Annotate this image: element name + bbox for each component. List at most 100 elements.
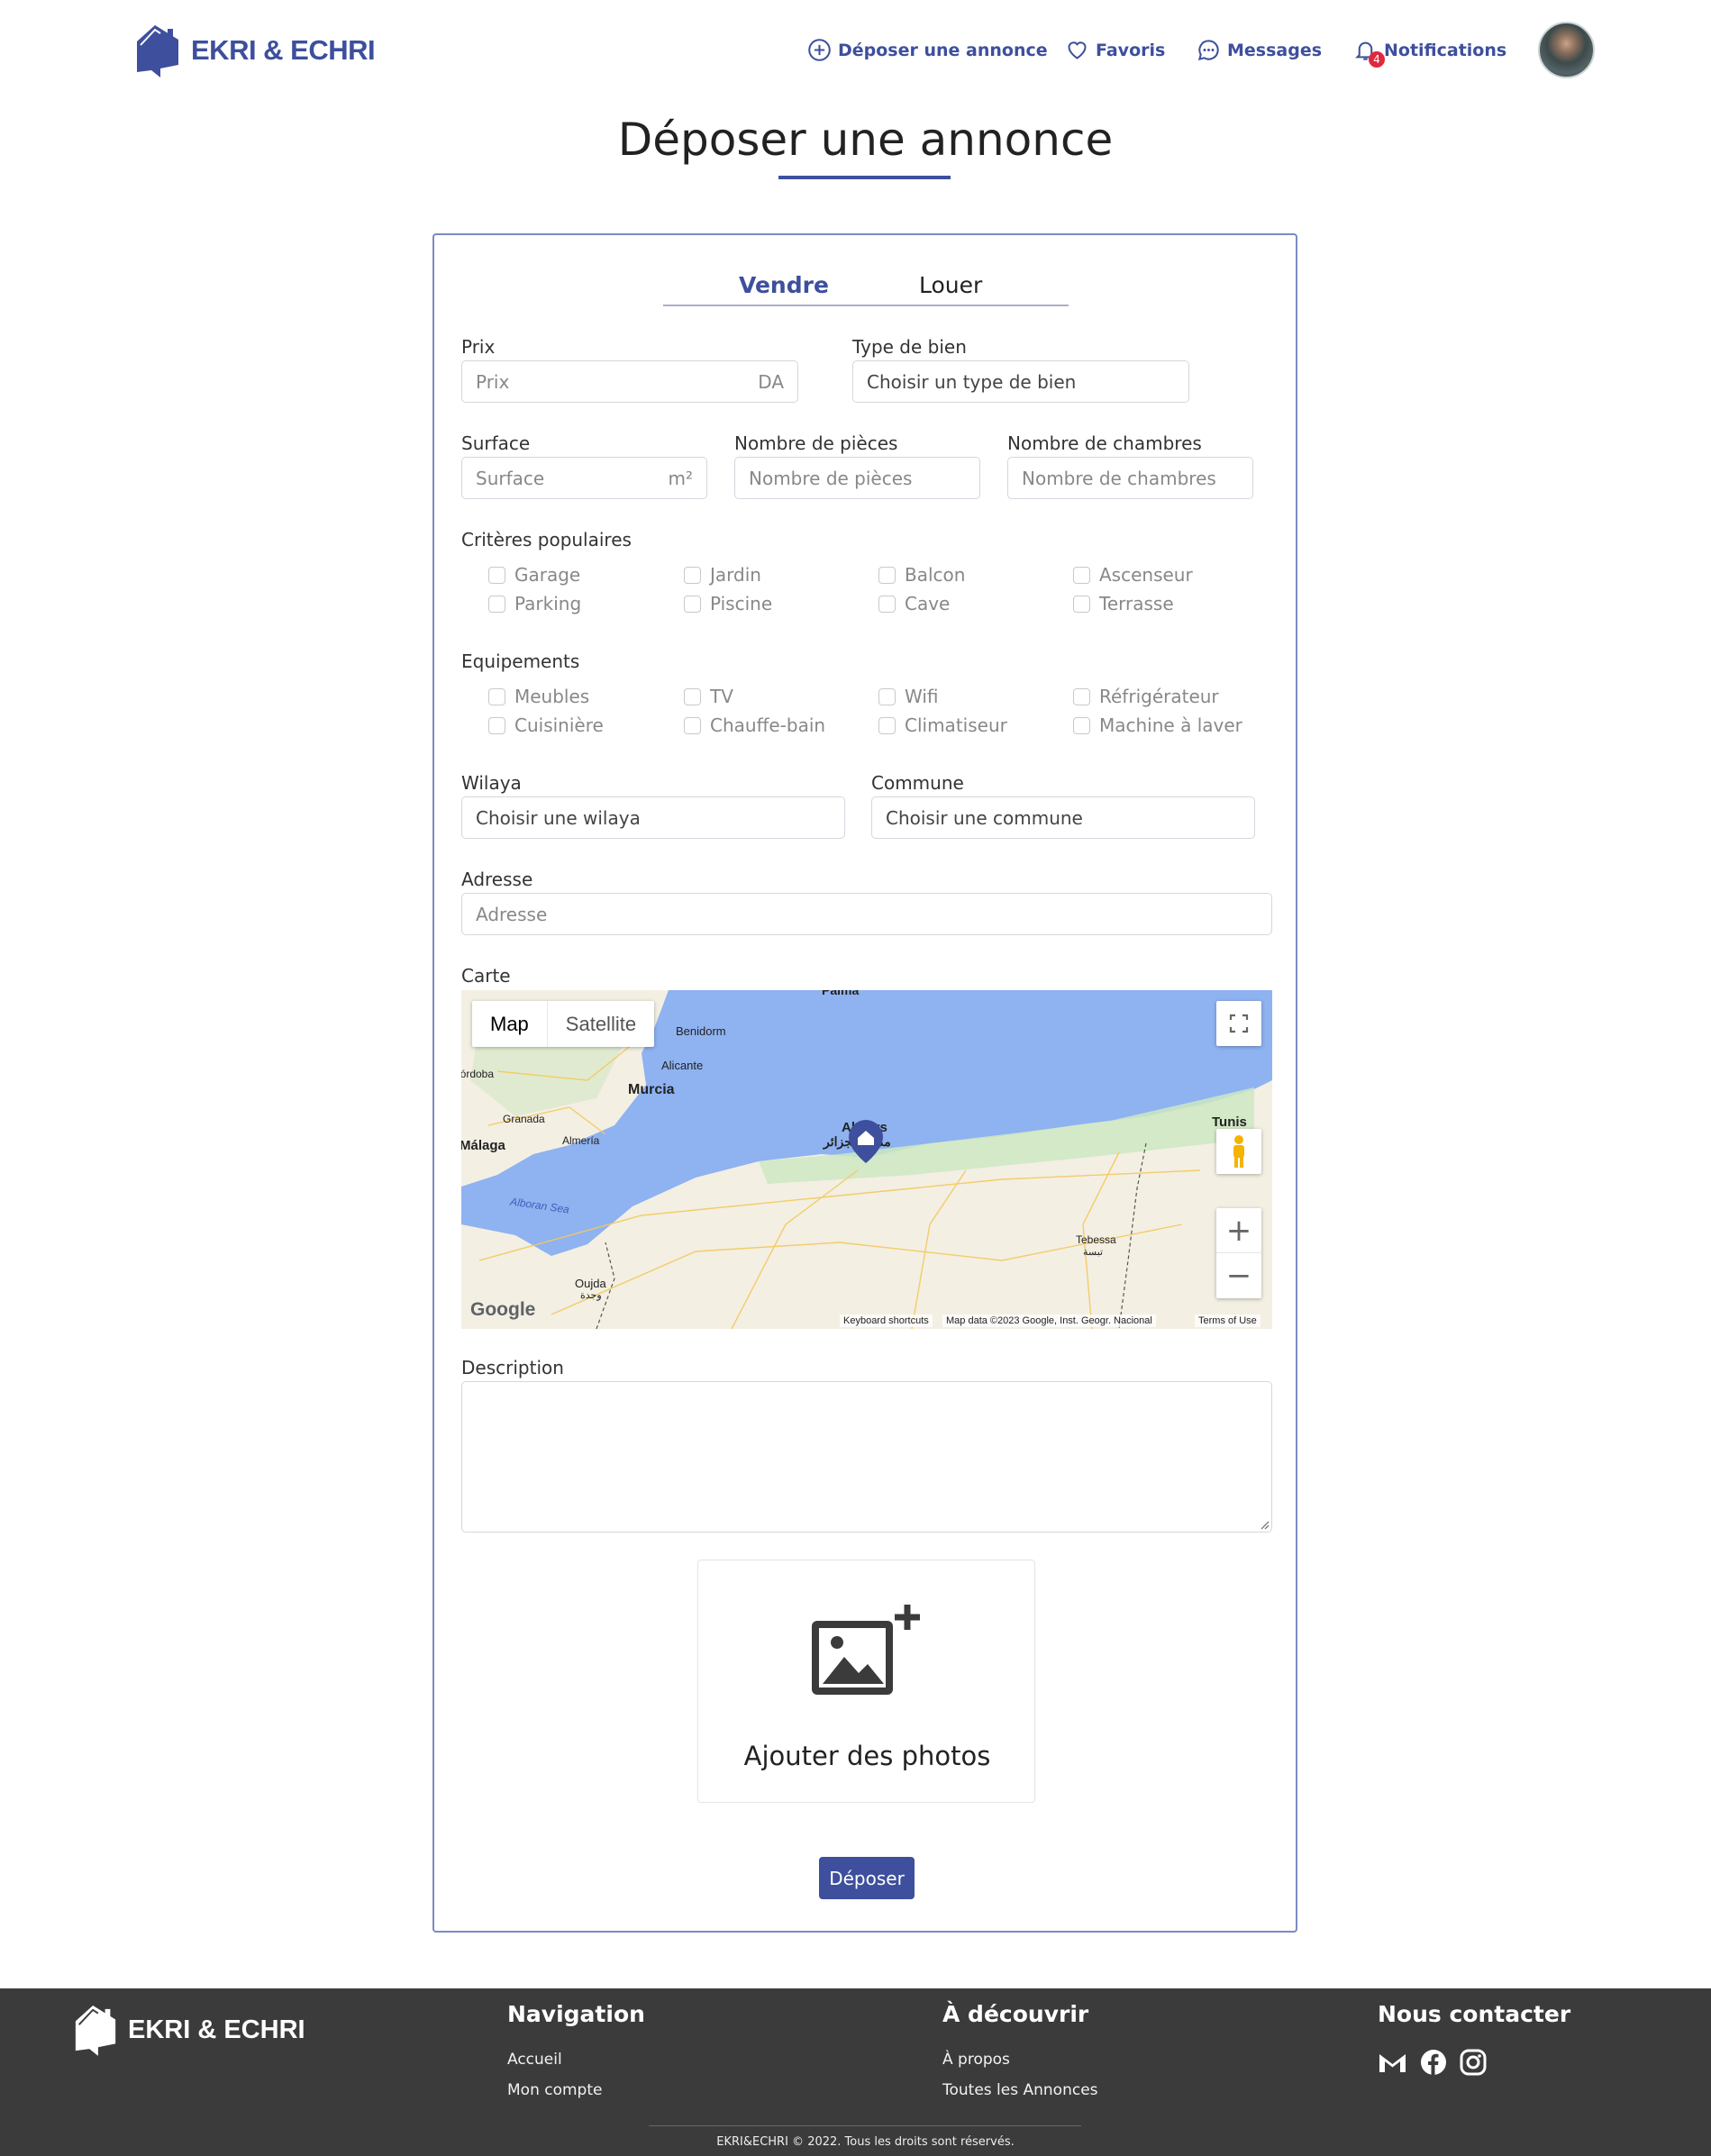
place-label: Palma <box>822 990 860 997</box>
fullscreen-button[interactable] <box>1216 1001 1261 1046</box>
tab-louer[interactable]: Louer <box>919 272 982 298</box>
add-photos-button[interactable]: Ajouter des photos <box>697 1560 1035 1803</box>
footer-divider <box>649 2125 1081 2126</box>
map-button[interactable]: Map <box>472 1001 547 1047</box>
checkbox[interactable] <box>488 566 505 584</box>
satellite-button[interactable]: Satellite <box>546 1001 654 1047</box>
place-label: Tunis <box>1212 1114 1247 1130</box>
nav-messages[interactable]: Messages <box>1197 38 1322 62</box>
carte-label: Carte <box>461 965 511 987</box>
commune-select[interactable]: Choisir une commune <box>871 796 1255 839</box>
equipements-label: Equipements <box>461 650 580 672</box>
checkbox-jardin[interactable]: Jardin <box>684 564 761 586</box>
tab-vendre[interactable]: Vendre <box>739 272 829 298</box>
checkbox-terrasse[interactable]: Terrasse <box>1073 593 1174 614</box>
header: EKRI & ECHRI Déposer une annonce Favoris… <box>0 0 1711 104</box>
prix-input[interactable]: Prix DA <box>461 360 798 403</box>
nav-post-ad[interactable]: Déposer une annonce <box>807 38 1048 62</box>
checkbox[interactable] <box>878 566 896 584</box>
logo[interactable]: EKRI & ECHRI <box>133 22 376 79</box>
pegman-icon <box>1233 1135 1244 1168</box>
checkbox-ascenseur[interactable]: Ascenseur <box>1073 564 1193 586</box>
nav-notifications[interactable]: 4 Notifications <box>1353 38 1506 68</box>
checkbox-label: Piscine <box>710 593 773 614</box>
facebook-icon[interactable] <box>1420 2049 1447 2076</box>
instagram-icon[interactable] <box>1460 2049 1487 2076</box>
checkbox[interactable] <box>488 716 505 734</box>
place-label: تبسة <box>1083 1247 1104 1258</box>
submit-button[interactable]: Déposer <box>819 1857 915 1899</box>
footer-link-mon-compte[interactable]: Mon compte <box>507 2081 602 2099</box>
type-bien-select[interactable]: Choisir un type de bien <box>852 360 1189 403</box>
gmail-icon[interactable] <box>1378 2049 1407 2076</box>
checkbox[interactable] <box>878 687 896 705</box>
checkbox-chauffe-bain[interactable]: Chauffe-bain <box>684 714 825 736</box>
footer-logo[interactable]: EKRI & ECHRI <box>72 2001 305 2059</box>
pegman-button[interactable] <box>1216 1129 1261 1174</box>
keyboard-shortcuts-link[interactable]: Keyboard shortcuts <box>840 1315 933 1327</box>
zoom-out-button[interactable]: − <box>1216 1253 1261 1298</box>
checkbox-climatiseur[interactable]: Climatiseur <box>878 714 1007 736</box>
checkbox[interactable] <box>1073 566 1090 584</box>
commune-label: Commune <box>871 772 964 794</box>
checkbox[interactable] <box>878 716 896 734</box>
checkbox-machine-a-laver[interactable]: Machine à laver <box>1073 714 1242 736</box>
resize-handle-icon[interactable] <box>1259 1519 1270 1530</box>
checkbox[interactable] <box>1073 595 1090 613</box>
avatar[interactable] <box>1538 22 1595 78</box>
footer-logo-text: EKRI & ECHRI <box>128 2015 305 2044</box>
checkbox[interactable] <box>488 595 505 613</box>
zoom-in-button[interactable]: + <box>1216 1208 1261 1253</box>
checkbox-label: Climatiseur <box>905 714 1007 736</box>
map-type-control: Map Satellite <box>472 1001 655 1047</box>
chambres-input[interactable]: Nombre de chambres <box>1007 457 1253 499</box>
checkbox[interactable] <box>684 595 701 613</box>
adresse-input[interactable]: Adresse <box>461 893 1272 935</box>
place-label: Almería <box>562 1134 600 1147</box>
checkbox[interactable] <box>488 687 505 705</box>
checkbox-wifi[interactable]: Wifi <box>878 686 939 707</box>
checkbox[interactable] <box>684 687 701 705</box>
pieces-input[interactable]: Nombre de pièces <box>734 457 980 499</box>
checkbox[interactable] <box>878 595 896 613</box>
house-logo-icon <box>137 25 178 77</box>
checkbox-piscine[interactable]: Piscine <box>684 593 772 614</box>
checkbox-cave[interactable]: Cave <box>878 593 950 614</box>
description-textarea[interactable] <box>461 1381 1272 1533</box>
wilaya-select[interactable]: Choisir une wilaya <box>461 796 845 839</box>
home-marker-icon[interactable] <box>847 1118 885 1165</box>
footer-nav-title: Navigation <box>507 2001 645 2027</box>
copyright: EKRI&ECHRI © 2022. Tous les droits sont … <box>716 2135 1015 2149</box>
description-label: Description <box>461 1357 564 1378</box>
checkbox-label: Cave <box>905 593 951 614</box>
checkbox-refrigerateur[interactable]: Réfrigérateur <box>1073 686 1219 707</box>
footer-link-accueil[interactable]: Accueil <box>507 2051 562 2069</box>
footer-link-annonces[interactable]: Toutes les Annonces <box>942 2081 1098 2099</box>
checkbox-parking[interactable]: Parking <box>488 593 581 614</box>
title-underline <box>778 176 951 179</box>
surface-input[interactable]: Surface m² <box>461 457 707 499</box>
map[interactable]: Map Satellite + − Palma Benidorm Alicant… <box>461 990 1272 1329</box>
place-label: وجدة <box>580 1290 602 1301</box>
place-label: Benidorm <box>676 1024 726 1038</box>
checkbox[interactable] <box>1073 687 1090 705</box>
surface-placeholder: Surface <box>476 468 545 489</box>
checkbox-tv[interactable]: TV <box>684 686 733 707</box>
place-label: Granada <box>503 1113 545 1125</box>
checkbox[interactable] <box>1073 716 1090 734</box>
checkbox-label: Parking <box>514 593 582 614</box>
checkbox-garage[interactable]: Garage <box>488 564 580 586</box>
footer-link-a-propos[interactable]: À propos <box>942 2051 1010 2069</box>
nav-favorites[interactable]: Favoris <box>1065 38 1165 62</box>
checkbox[interactable] <box>684 566 701 584</box>
surface-suffix: m² <box>668 468 694 489</box>
place-label: Oujda <box>575 1277 606 1290</box>
checkbox-cuisiniere[interactable]: Cuisinière <box>488 714 604 736</box>
checkbox[interactable] <box>684 716 701 734</box>
terms-of-use-link[interactable]: Terms of Use <box>1195 1315 1260 1327</box>
checkbox-balcon[interactable]: Balcon <box>878 564 965 586</box>
checkbox-label: Meubles <box>514 686 590 707</box>
checkbox-label: Garage <box>514 564 581 586</box>
checkbox-meubles[interactable]: Meubles <box>488 686 589 707</box>
footer-contact-title: Nous contacter <box>1378 2001 1571 2027</box>
